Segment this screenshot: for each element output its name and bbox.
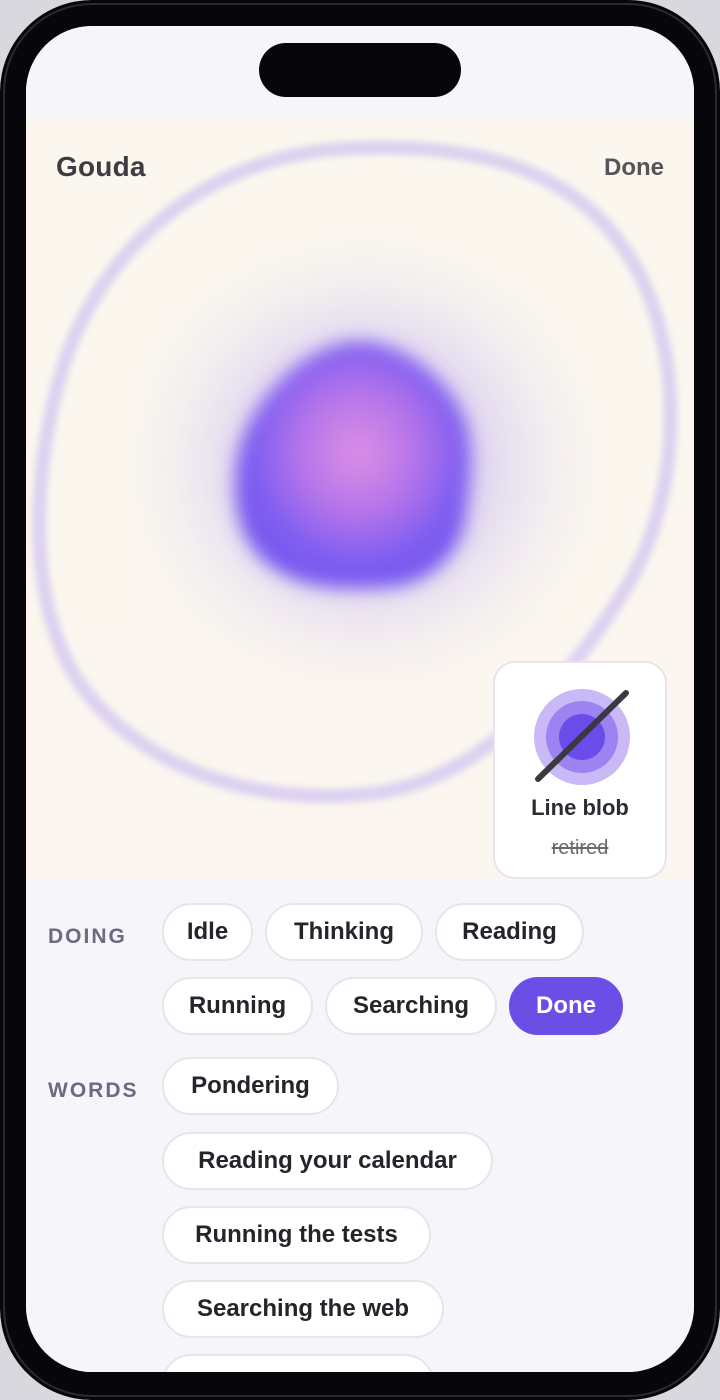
word-chip-reading-calendar[interactable]: Reading your calendar — [162, 1132, 493, 1190]
dynamic-island — [259, 43, 461, 97]
chip-running[interactable]: Running — [162, 977, 313, 1035]
phone-frame: Gouda Done Line blob retired DOING Idle … — [0, 0, 720, 1400]
page-title: Gouda — [56, 151, 146, 182]
screen: Gouda Done Line blob retired DOING Idle … — [26, 26, 694, 1372]
doing-label: DOING — [48, 925, 127, 948]
chip-reading[interactable]: Reading — [435, 903, 584, 961]
controls-panel: DOING Idle Thinking Reading Running Sear… — [26, 881, 694, 1372]
chip-done-selected[interactable]: Done — [509, 977, 623, 1035]
status-bar — [26, 26, 694, 118]
chip-thinking[interactable]: Thinking — [265, 903, 423, 961]
chip-idle[interactable]: Idle — [162, 903, 253, 961]
style-card[interactable]: Line blob retired — [493, 661, 667, 879]
style-card-status: retired — [551, 837, 609, 859]
words-label: WORDS — [48, 1079, 139, 1102]
done-button[interactable]: Done — [604, 154, 664, 182]
word-chip-searching-web[interactable]: Searching the web — [162, 1280, 444, 1338]
word-chip-pondering[interactable]: Pondering — [162, 1057, 339, 1115]
word-chip-running-tests[interactable]: Running the tests — [162, 1206, 431, 1264]
preview-stage: Gouda Done Line blob retired — [26, 118, 694, 881]
line-blob-icon — [534, 689, 630, 785]
style-card-title: Line blob — [531, 795, 629, 820]
word-chip-partial[interactable] — [162, 1354, 434, 1372]
chip-searching[interactable]: Searching — [325, 977, 497, 1035]
